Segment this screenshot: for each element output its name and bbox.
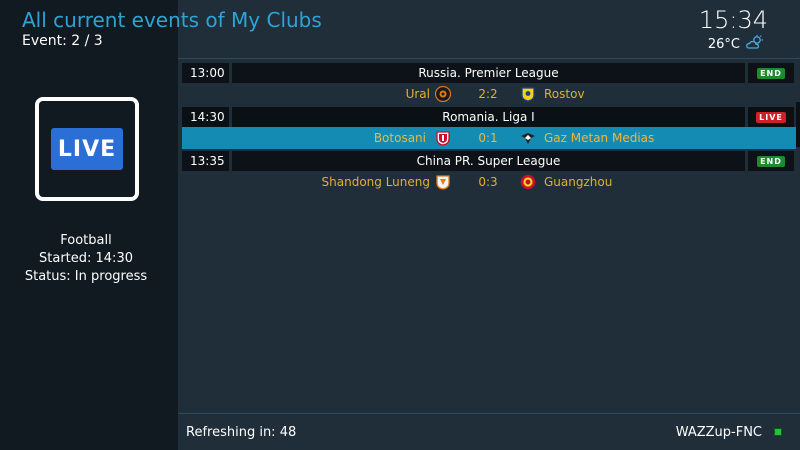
status-badge: LIVE (756, 111, 786, 123)
score: 2:2 (478, 87, 498, 101)
status-cell: END (748, 151, 794, 171)
status-badge: END (757, 67, 785, 79)
league-name: China PR. Super League (232, 151, 745, 171)
score: 0:3 (478, 175, 498, 189)
weather: 26°C (708, 35, 764, 53)
club-crest-icon (434, 85, 452, 103)
event-time: 13:00 (182, 63, 229, 83)
left-panel: LIVE Football Started: 14:30 Status: In … (0, 0, 178, 450)
club-crest-icon (520, 174, 536, 190)
event-time: 13:35 (182, 151, 229, 171)
event-header: 13:35 China PR. Super League END (182, 151, 800, 171)
status-badge: END (757, 155, 785, 167)
home-team: Botosani (373, 131, 426, 145)
header-divider (178, 58, 800, 59)
away-team: Guangzhou (544, 175, 613, 189)
addon-brand: WAZZup-FNC (675, 425, 762, 440)
footer-divider (178, 413, 800, 414)
event-details: Football Started: 14:30 Status: In progr… (0, 232, 172, 286)
league-name: Romania. Liga I (232, 107, 745, 127)
club-crest-icon (520, 86, 536, 102)
status-cell: LIVE (748, 107, 794, 127)
event-header: 14:30 Romania. Liga I LIVE (182, 107, 800, 127)
live-thumbnail: LIVE (35, 97, 139, 201)
temperature: 26°C (707, 36, 740, 52)
clock: 15:34 (698, 6, 768, 34)
match-row[interactable]: Ural 2:2 Rostov (182, 83, 800, 105)
away-team: Rostov (544, 87, 585, 101)
event-time: 14:30 (182, 107, 229, 127)
scrollbar-edge (796, 102, 800, 147)
home-team: Shandong Luneng (321, 175, 430, 189)
match-row[interactable]: Shandong Luneng 0:3 Guangzhou (182, 171, 800, 193)
event-counter: Event: 2 / 3 (22, 33, 103, 49)
status-label: Status: In progress (24, 269, 148, 284)
event-header: 13:00 Russia. Premier League END (182, 63, 800, 83)
events-list[interactable]: 13:00 Russia. Premier League END Ural 2:… (182, 61, 800, 193)
sport-label: Football (60, 233, 112, 248)
club-crest-icon (520, 130, 536, 146)
live-badge: LIVE (51, 128, 123, 170)
match-row-selected[interactable]: Botosani 0:1 Gaz Metan Medias (182, 127, 796, 149)
partly-cloudy-icon (746, 35, 764, 53)
home-team: Ural (405, 87, 430, 101)
refresh-countdown: Refreshing in: 48 (186, 425, 297, 440)
page-title: All current events of My Clubs (22, 8, 322, 32)
away-team: Gaz Metan Medias (544, 131, 655, 145)
club-crest-icon (435, 130, 451, 146)
status-indicator-icon (774, 428, 782, 436)
club-crest-icon (435, 174, 451, 190)
status-cell: END (748, 63, 794, 83)
league-name: Russia. Premier League (232, 63, 745, 83)
score: 0:1 (478, 131, 498, 145)
started-label: Started: 14:30 (39, 251, 133, 266)
